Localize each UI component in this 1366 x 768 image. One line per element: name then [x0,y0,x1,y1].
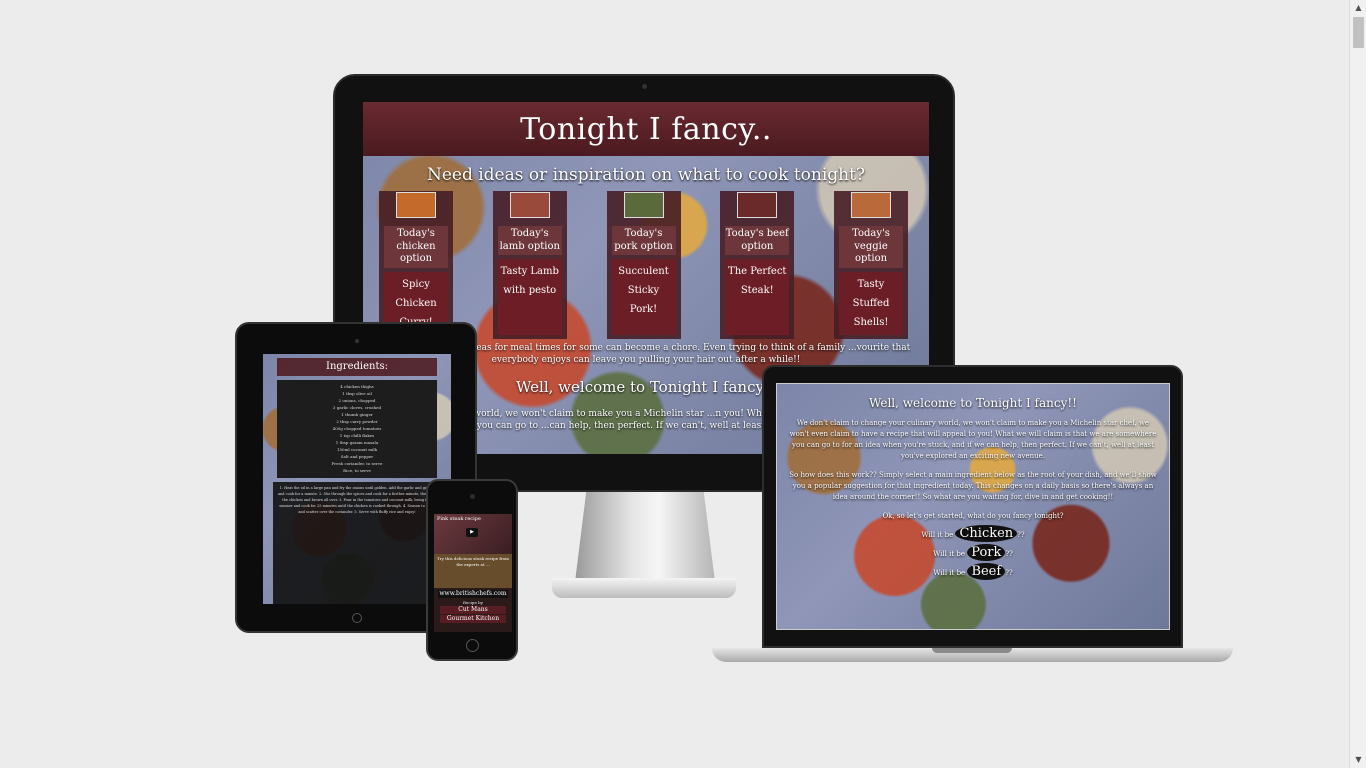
card-chicken[interactable]: Today's chicken option Spicy Chicken Cur… [379,191,453,339]
choice-suffix: ?? [1017,531,1025,539]
card-dish-link[interactable]: Tasty Lamb with pesto [497,259,562,335]
phone-button-2[interactable]: Gourmet Kitchen [440,615,506,623]
phone-screen: Pink steak recipe ▶ Try this delicious s… [434,514,512,632]
card-dish-link[interactable]: The Perfect Steak! [725,259,790,335]
card-lamb[interactable]: Today's lamb option Tasty Lamb with pest… [492,191,567,339]
ingredient-item: 1 tbsp garam masala [335,440,379,445]
phone-subtext: Recipe by [463,600,483,605]
tablet-screen: Ingredients: 4 chicken thighs 1 tbsp oli… [263,354,451,604]
laptop-howto-paragraph: So how does this work?? Simply select a … [789,471,1157,501]
choice-chicken-link[interactable]: Chicken [955,525,1018,542]
ingredient-item: Rice, to serve [343,468,371,473]
laptop-welcome-heading: Well, welcome to Tonight I fancy!! [868,396,1077,410]
choice-beef[interactable]: Will it be Beef?? [777,563,1169,580]
choice-pork-link[interactable]: Pork [967,544,1006,561]
ingredients-list: 4 chicken thighs 1 tbsp olive oil 2 onio… [277,380,437,478]
phone-home-button [466,639,479,652]
choice-prefix: Will it be [921,531,954,539]
laptop-intro-paragraph: We don't claim to change your culinary w… [789,419,1157,460]
scroll-up-arrow-icon[interactable]: ▲ [1350,0,1366,16]
card-label: Today's veggie option [839,226,903,268]
laptop-notch [932,648,1012,653]
card-dish-link[interactable]: Succulent Sticky Pork! [611,259,676,335]
monitor-stand-foot [552,578,736,598]
card-dish-link[interactable]: Tasty Stuffed Shells! [839,271,903,335]
card-label: Today's lamb option [497,226,562,255]
site-title: Tonight I fancy.. [520,111,772,147]
laptop-frame: Well, welcome to Tonight I fancy!! We do… [762,365,1183,648]
ingredient-item: 1 thumb ginger [341,412,373,417]
veggie-thumbnail [851,192,891,218]
ingredient-item: 4 chicken thighs [340,384,374,389]
ingredient-item: 150ml coconut milk [336,447,378,452]
card-veggie[interactable]: Today's veggie option Tasty Stuffed Shel… [834,191,908,339]
card-label: Today's beef option [725,226,790,255]
phone-button-1[interactable]: Cut Mans [440,606,506,614]
choice-pork[interactable]: Will it be Pork?? [777,544,1169,561]
ingredient-item: 400g chopped tomatoes [332,426,382,431]
pork-thumbnail [623,192,664,218]
laptop-prompt: Ok, so let's get started, what do you fa… [882,512,1064,520]
play-icon[interactable]: ▶ [466,528,478,537]
monitor-camera [642,84,647,89]
daily-options-cards: Today's chicken option Spicy Chicken Cur… [363,191,929,339]
ingredient-item: 1 tsp chilli flakes [339,433,375,438]
scroll-down-arrow-icon[interactable]: ▼ [1350,752,1366,768]
choice-chicken[interactable]: Will it be Chicken?? [777,525,1169,542]
ingredient-item: 3 garlic cloves, crushed [332,405,382,410]
hero-subtitle: Need ideas or inspiration on what to coo… [426,165,866,185]
chicken-thumbnail [396,192,436,218]
card-label: Today's chicken option [384,226,448,268]
ingredient-item: 2 onions, chopped [338,398,376,403]
laptop-screen: Well, welcome to Tonight I fancy!! We do… [776,383,1170,630]
choice-beef-link[interactable]: Beef [967,563,1006,580]
method-text: 1. Heat the oil in a large pan and fry t… [273,482,441,604]
choice-prefix: Will it be [933,569,966,577]
ingredient-item: 1 tbsp olive oil [342,391,372,396]
ingredient-item: Salt and pepper [340,454,374,459]
phone-camera [470,494,475,499]
ingredient-item: Fresh coriander, to serve [331,461,383,466]
tablet-camera [355,339,359,343]
monitor-stand-neck [575,492,715,582]
desktop-site-header: Tonight I fancy.. [363,102,929,156]
recipe-video[interactable]: Pink steak recipe ▶ [434,514,512,554]
choice-suffix: ?? [1005,550,1013,558]
choice-suffix: ?? [1005,569,1013,577]
phone-description: Try this delicious steak recipe from the… [434,554,512,588]
lamb-thumbnail [509,192,550,218]
choice-prefix: Will it be [933,550,966,558]
beef-thumbnail [737,192,778,218]
card-pork[interactable]: Today's pork option Succulent Sticky Por… [606,191,681,339]
card-beef[interactable]: Today's beef option The Perfect Steak! [720,191,795,339]
ingredients-heading: Ingredients: [277,358,437,376]
page-scrollbar[interactable]: ▲ ▼ [1349,0,1366,768]
tablet-home-button [352,613,362,623]
external-link[interactable]: www.britishchefs.com [438,590,508,598]
ingredient-item: 2 tbsp curry powder [336,419,378,424]
phone-frame: Pink steak recipe ▶ Try this delicious s… [426,479,518,661]
video-title: Pink steak recipe [437,516,481,522]
scrollbar-thumb[interactable] [1353,17,1364,48]
card-label: Today's pork option [611,226,676,255]
